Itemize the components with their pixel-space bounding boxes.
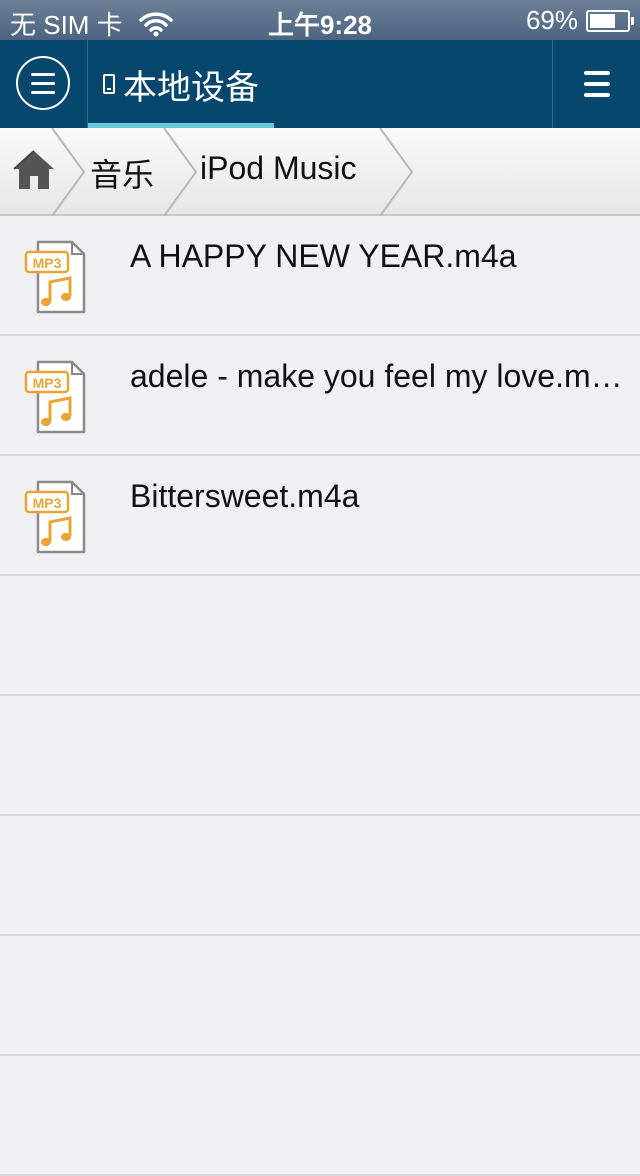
battery-percent: 69% <box>525 5 578 35</box>
file-name: Bittersweet.m4a <box>130 478 360 514</box>
breadcrumb-ipod-music[interactable]: iPod Music <box>200 150 357 187</box>
empty-row <box>0 576 640 696</box>
tab-local-label: 本地设备 <box>123 68 259 107</box>
menu-line <box>31 72 55 76</box>
list-item[interactable]: MP3 A HAPPY NEW YEAR.m4a <box>0 216 640 336</box>
menu-line <box>31 81 55 85</box>
battery-fill <box>590 13 615 28</box>
breadcrumb: 音乐 iPod Music <box>0 128 640 216</box>
empty-row <box>0 696 640 816</box>
empty-row <box>0 936 640 1056</box>
status-bar: 无 SIM 卡 上午9:28 69% <box>0 0 640 40</box>
menu-line <box>583 71 610 75</box>
svg-text:MP3: MP3 <box>33 375 62 391</box>
breadcrumb-separator <box>163 128 198 216</box>
breadcrumb-music[interactable]: 音乐 <box>90 150 154 196</box>
file-name: A HAPPY NEW YEAR.m4a <box>130 238 517 274</box>
breadcrumb-separator <box>379 128 414 216</box>
menu-line <box>583 93 610 97</box>
list-item[interactable]: MP3 Bittersweet.m4a <box>0 456 640 576</box>
mp3-file-icon: MP3 <box>24 360 86 434</box>
battery-icon <box>586 9 634 32</box>
file-list: MP3 A HAPPY NEW YEAR.m4a MP3 adele - mak… <box>0 216 640 1176</box>
tab-local-device[interactable]: 本地设备 <box>88 40 274 128</box>
phone-icon <box>103 74 115 94</box>
breadcrumb-separator <box>51 128 86 216</box>
svg-text:MP3: MP3 <box>33 495 62 511</box>
status-right: 69% <box>525 5 634 36</box>
file-name: adele - make you feel my love.m4a <box>130 358 626 394</box>
empty-row <box>0 816 640 936</box>
menu-line <box>31 90 55 94</box>
menu-line <box>583 82 610 86</box>
mp3-file-icon: MP3 <box>24 240 86 314</box>
mp3-file-icon: MP3 <box>24 480 86 554</box>
list-item[interactable]: MP3 adele - make you feel my love.m4a <box>0 336 640 456</box>
side-menu-button[interactable] <box>16 56 70 110</box>
empty-row <box>0 1056 640 1176</box>
svg-text:MP3: MP3 <box>33 255 62 271</box>
more-menu-button[interactable] <box>553 40 640 128</box>
nav-bar: 本地设备 <box>0 40 640 128</box>
